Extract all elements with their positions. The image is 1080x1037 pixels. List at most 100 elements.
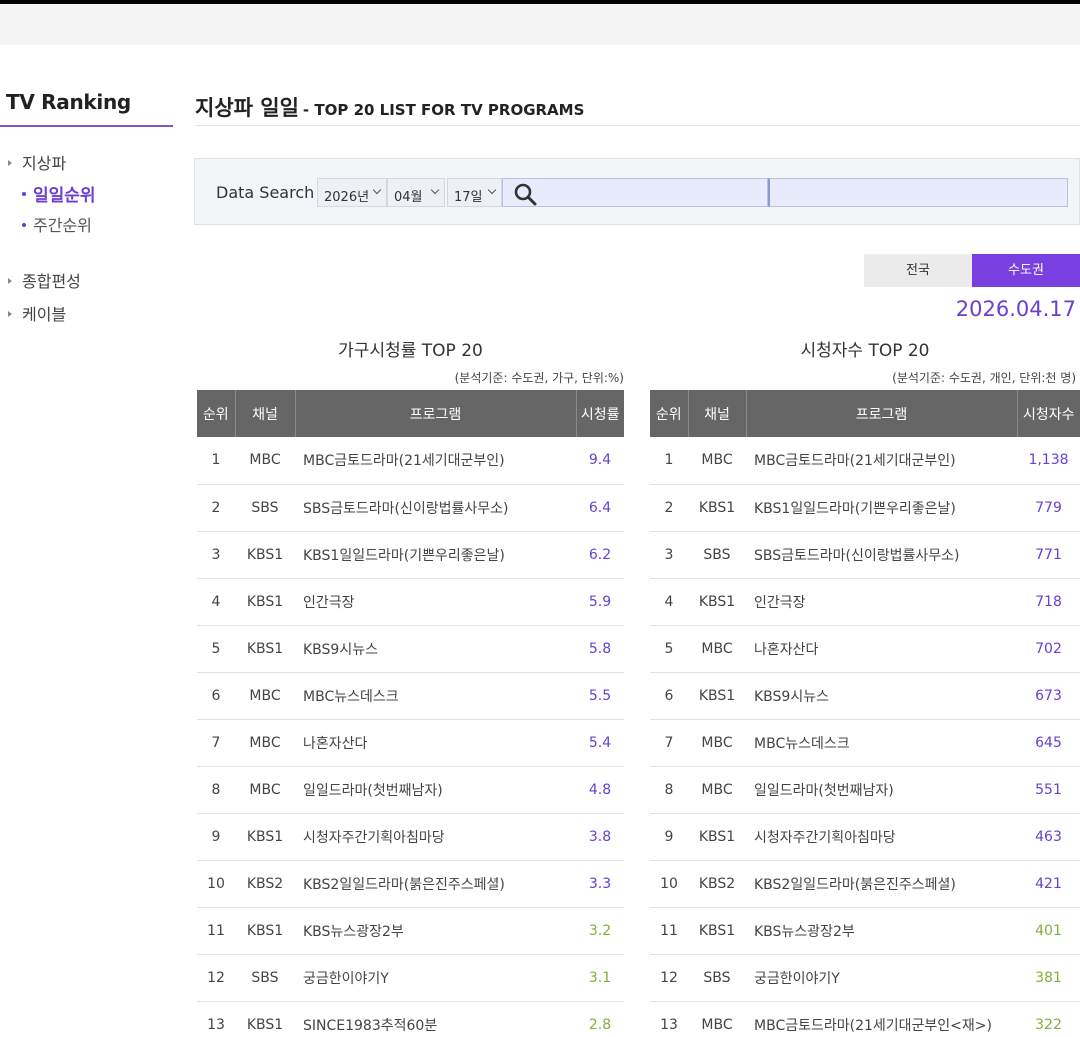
table-row[interactable]: 5 MBC 나혼자산다 702 [650,625,1080,673]
table-row[interactable]: 5 KBS1 KBS9시뉴스 5.8 [197,625,624,673]
table-row[interactable]: 8 MBC 일일드라마(첫번째남자) 551 [650,766,1080,814]
table-row[interactable]: 7 MBC MBC뉴스데스크 645 [650,719,1080,767]
caret-right-icon [8,310,12,317]
search-input[interactable] [502,178,768,207]
table-row[interactable]: 1 MBC MBC금토드라마(21세기대군부인) 9.4 [197,437,624,485]
column-header-channel[interactable]: 채널 [688,390,747,437]
sidebar-subitem-label: 일일순위 [33,186,96,206]
channel-cell: MBC [688,1001,746,1037]
channel-cell: KBS1 [235,531,295,579]
bullet-icon [22,222,26,227]
sidebar-item-terrestrial[interactable]: 지상파 [8,150,66,174]
table-row[interactable]: 9 KBS1 시청자주간기획아침마당 3.8 [197,813,624,861]
channel-cell: KBS1 [235,578,295,626]
table-row[interactable]: 12 SBS 궁금한이야기Y 381 [650,954,1080,1002]
table-row[interactable]: 7 MBC 나혼자산다 5.4 [197,719,624,767]
caret-right-icon [8,277,12,284]
program-cell: MBC금토드라마(21세기대군부인<재>) [746,1001,1017,1037]
sidebar-subitem-label: 주간순위 [33,216,92,235]
sidebar-item-general-programming[interactable]: 종합편성 [8,268,81,292]
value-cell: 551 [1017,766,1080,814]
program-cell: MBC금토드라마(21세기대군부인) [295,437,576,485]
table-row[interactable]: 13 MBC MBC금토드라마(21세기대군부인<재>) 322 [650,1001,1080,1037]
sidebar-item-label: 종합편성 [22,272,81,291]
value-cell: 645 [1017,719,1080,767]
value-cell: 381 [1017,954,1080,1002]
table-row[interactable]: 3 KBS1 KBS1일일드라마(기쁜우리좋은날) 6.2 [197,531,624,579]
table-row[interactable]: 12 SBS 궁금한이야기Y 3.1 [197,954,624,1002]
data-search-label: Data Search [216,183,315,202]
rank-cell: 5 [650,625,688,673]
page-title-subtitle: - TOP 20 LIST FOR TV PROGRAMS [302,101,585,119]
rank-cell: 5 [197,625,235,673]
column-header-program[interactable]: 프로그램 [295,390,577,437]
chevron-down-icon [487,185,497,195]
search-icon [514,183,537,206]
column-header-viewers[interactable]: 시청자수 [1017,390,1080,437]
table-row[interactable]: 1 MBC MBC금토드라마(21세기대군부인) 1,138 [650,437,1080,485]
bullet-icon [22,192,26,196]
day-select[interactable]: 17일 [447,178,502,207]
rank-cell: 1 [197,437,235,485]
column-header-channel[interactable]: 채널 [235,390,296,437]
channel-cell: SBS [688,954,746,1002]
column-header-rating[interactable]: 시청률 [576,390,624,437]
value-cell: 779 [1017,484,1080,532]
table-row[interactable]: 13 KBS1 SINCE1983추적60분 2.8 [197,1001,624,1037]
household-rating-table: 순위 채널 프로그램 시청률 1 MBC MBC금토드라마(21세기대군부인) 9.4… [197,390,624,1037]
table-row[interactable]: 11 KBS1 KBS뉴스광장2부 401 [650,907,1080,955]
program-cell: KBS9시뉴스 [295,625,576,673]
day-select-value: 17일 [454,190,483,205]
table-row[interactable]: 8 MBC 일일드라마(첫번째남자) 4.8 [197,766,624,814]
month-select-value: 04월 [394,190,423,205]
table-row[interactable]: 4 KBS1 인간극장 5.9 [197,578,624,626]
year-select[interactable]: 2026년 [317,178,387,207]
rank-cell: 8 [197,766,235,814]
table-row[interactable]: 2 KBS1 KBS1일일드라마(기쁜우리좋은날) 779 [650,484,1080,532]
month-select[interactable]: 04월 [387,178,445,207]
sidebar-subitem-weekly[interactable]: 주간순위 [22,212,92,236]
rank-cell: 7 [650,719,688,767]
search-button[interactable] [513,182,541,206]
rank-cell: 12 [197,954,235,1002]
viewers-table-note: (분석기준: 수도권, 개인, 단위:천 명) [892,371,1076,385]
column-header-program[interactable]: 프로그램 [746,390,1018,437]
table-row[interactable]: 6 MBC MBC뉴스데스크 5.5 [197,672,624,720]
search-input-extension[interactable] [768,178,1068,207]
program-cell: SINCE1983추적60분 [295,1001,576,1037]
value-cell: 4.8 [576,766,624,814]
rank-cell: 7 [197,719,235,767]
table-row[interactable]: 10 KBS2 KBS2일일드라마(붉은진주스페셜) 421 [650,860,1080,908]
chevron-down-icon [372,185,382,195]
tab-capital-area[interactable]: 수도권 [972,254,1080,287]
value-cell: 6.2 [576,531,624,579]
value-cell: 2.8 [576,1001,624,1037]
rank-cell: 10 [197,860,235,908]
table-row[interactable]: 10 KBS2 KBS2일일드라마(붉은진주스페셜) 3.3 [197,860,624,908]
channel-cell: MBC [688,719,746,767]
table-row[interactable]: 6 KBS1 KBS9시뉴스 673 [650,672,1080,720]
column-header-rank[interactable]: 순위 [197,390,236,437]
table-row[interactable]: 9 KBS1 시청자주간기획아침마당 463 [650,813,1080,861]
rank-cell: 6 [197,672,235,720]
program-cell: SBS금토드라마(신이랑법률사무소) [746,531,1017,579]
value-cell: 401 [1017,907,1080,955]
sidebar-item-cable[interactable]: 케이블 [8,301,66,325]
program-cell: MBC뉴스데스크 [746,719,1017,767]
value-cell: 771 [1017,531,1080,579]
column-header-rank[interactable]: 순위 [650,390,689,437]
rank-cell: 12 [650,954,688,1002]
title-divider [195,125,1080,126]
table-row[interactable]: 2 SBS SBS금토드라마(신이랑법률사무소) 6.4 [197,484,624,532]
tab-nationwide[interactable]: 전국 [864,254,972,287]
table-row[interactable]: 4 KBS1 인간극장 718 [650,578,1080,626]
program-cell: 나혼자산다 [295,719,576,767]
table-row[interactable]: 3 SBS SBS금토드라마(신이랑법률사무소) 771 [650,531,1080,579]
sidebar-subitem-daily[interactable]: 일일순위 [22,181,96,206]
channel-cell: KBS1 [688,484,746,532]
value-cell: 5.4 [576,719,624,767]
channel-cell: MBC [235,766,295,814]
program-cell: KBS뉴스광장2부 [746,907,1017,955]
program-cell: 시청자주간기획아침마당 [746,813,1017,861]
table-row[interactable]: 11 KBS1 KBS뉴스광장2부 3.2 [197,907,624,955]
